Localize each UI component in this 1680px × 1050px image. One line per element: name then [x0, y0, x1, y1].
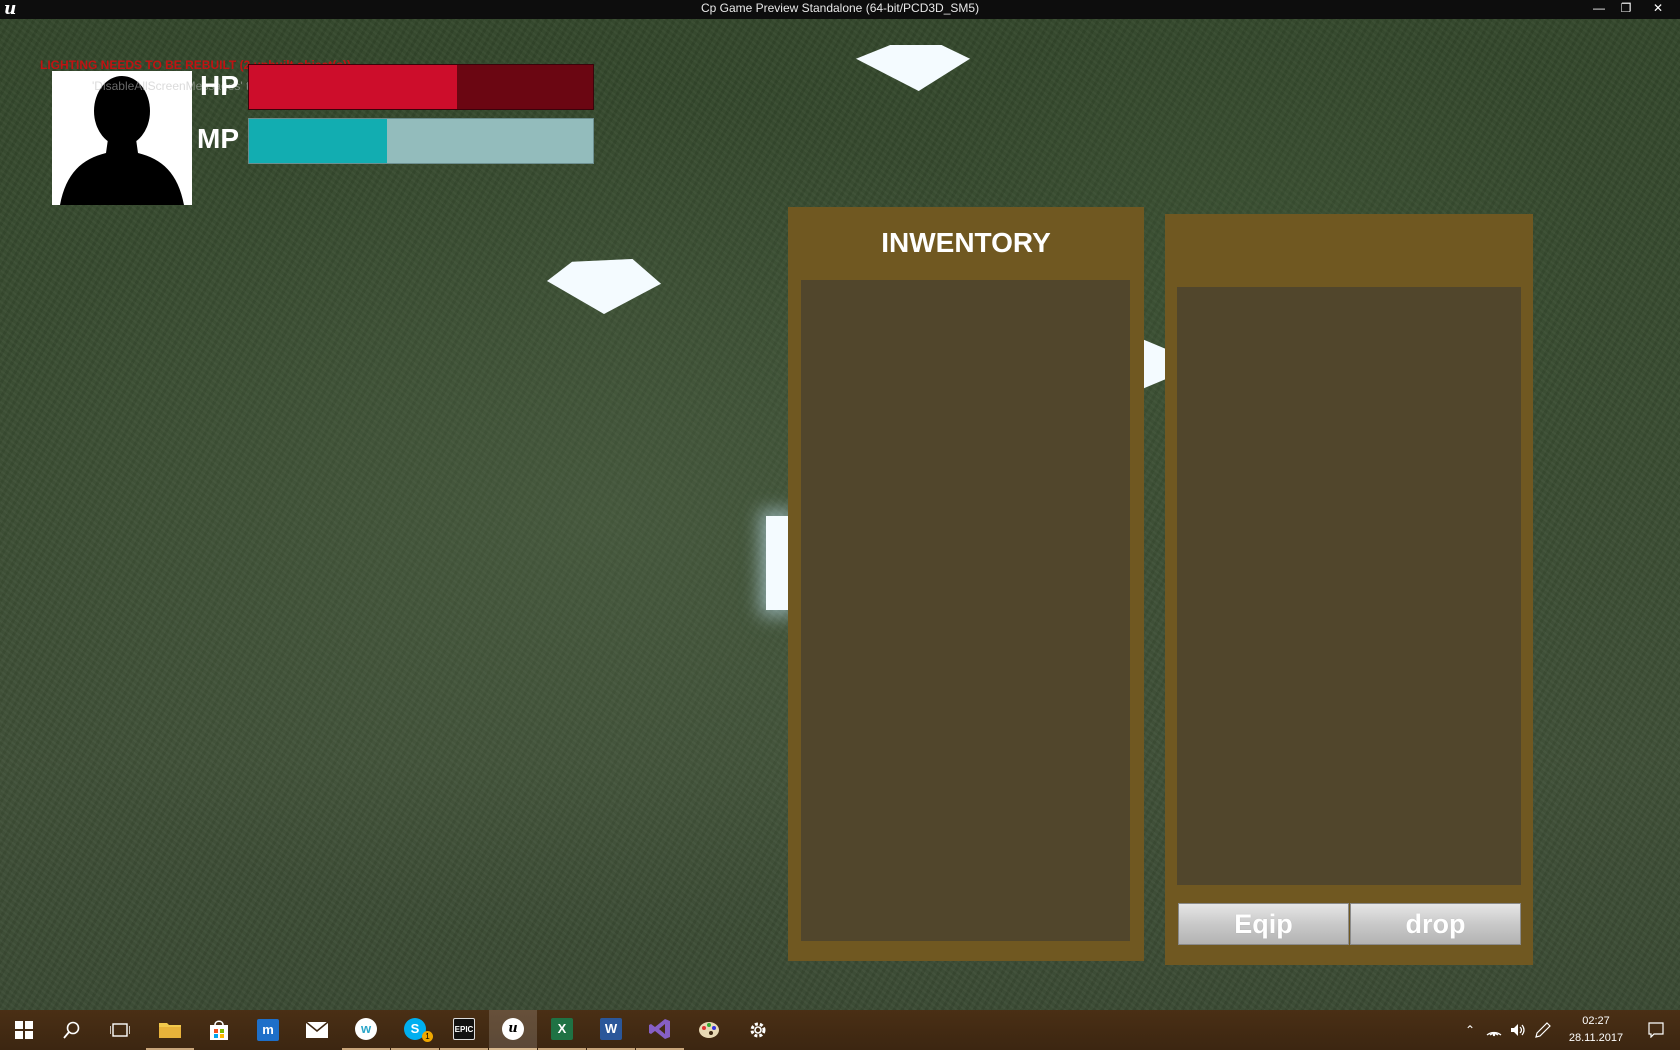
equip-button[interactable]: Eqip	[1178, 903, 1349, 945]
system-clock[interactable]: 02:27 28.11.2017	[1556, 1013, 1636, 1047]
word-icon[interactable]: W	[587, 1010, 635, 1050]
inventory-panel: INWENTORY	[788, 207, 1144, 961]
browser-w-icon[interactable]: w	[342, 1010, 390, 1050]
clock-date: 28.11.2017	[1568, 1032, 1624, 1044]
file-explorer-icon[interactable]	[146, 1010, 194, 1050]
excel-icon[interactable]: X	[538, 1010, 586, 1050]
visual-studio-icon[interactable]	[636, 1010, 684, 1050]
close-icon[interactable]: ✕	[1645, 0, 1671, 17]
mp-label: MP	[197, 123, 239, 154]
minimize-icon[interactable]: —	[1586, 0, 1612, 17]
hp-label: HP	[200, 70, 239, 101]
paint-icon[interactable]	[685, 1010, 733, 1050]
task-view-icon[interactable]	[96, 1010, 144, 1050]
skype-notification-badge: 1	[422, 1031, 433, 1042]
item-detail-area[interactable]	[1177, 287, 1521, 885]
search-icon[interactable]	[48, 1010, 96, 1050]
mp-bar	[248, 118, 594, 164]
inventory-title: INWENTORY	[881, 227, 1051, 258]
mp-bar-fill	[249, 119, 387, 163]
window-title: Cp Game Preview Standalone (64-bit/PCD3D…	[700, 1, 980, 15]
restore-icon[interactable]: ❐	[1613, 0, 1639, 17]
drop-button[interactable]: drop	[1350, 903, 1521, 945]
action-center-icon[interactable]	[1636, 1010, 1676, 1050]
epic-games-icon[interactable]: EPIC	[440, 1010, 488, 1050]
network-icon[interactable]	[1483, 1010, 1505, 1050]
hp-bar-fill	[249, 65, 458, 109]
skype-icon[interactable]: S 1	[391, 1010, 439, 1050]
glowing-crystal	[1142, 339, 1166, 389]
item-detail-panel: Eqip drop	[1165, 214, 1533, 965]
store-icon[interactable]	[195, 1010, 243, 1050]
taskbar: m w S 1 EPIC u X W ⌃ 02:27 28.11.2017	[0, 1010, 1680, 1050]
window-titlebar: u Cp Game Preview Standalone (64-bit/PCD…	[0, 0, 1680, 19]
pen-icon[interactable]	[1532, 1010, 1554, 1050]
inventory-slots[interactable]	[801, 280, 1130, 941]
glowing-crystal	[856, 45, 970, 91]
hp-bar	[248, 64, 594, 110]
mail-icon[interactable]	[293, 1010, 341, 1050]
maxthon-icon[interactable]: m	[244, 1010, 292, 1050]
volume-icon[interactable]	[1507, 1010, 1529, 1050]
windows-start-icon[interactable]	[0, 1010, 48, 1050]
settings-gear-icon[interactable]	[734, 1010, 782, 1050]
clock-time: 02:27	[1582, 1015, 1610, 1027]
glowing-crystal	[547, 259, 661, 314]
tray-chevron-up-icon[interactable]: ⌃	[1460, 1010, 1480, 1050]
glowing-crystal	[766, 516, 790, 610]
unreal-engine-icon[interactable]: u	[489, 1010, 537, 1050]
